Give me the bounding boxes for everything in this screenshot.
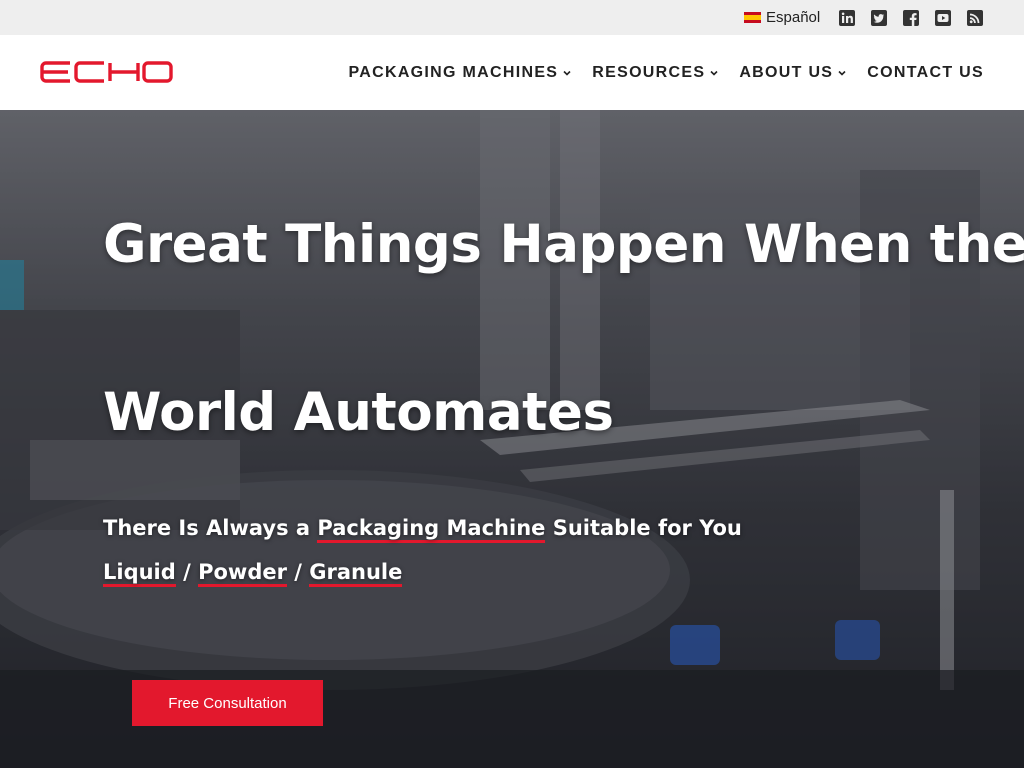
nav-about-us[interactable]: ABOUT US — [739, 64, 847, 82]
spain-flag-icon — [744, 12, 761, 23]
powder-link[interactable]: Powder — [198, 560, 287, 587]
twitter-icon[interactable] — [870, 9, 888, 27]
nav-resources[interactable]: RESOURCES — [592, 64, 719, 82]
nav-label: RESOURCES — [592, 63, 706, 81]
hero-headline-line2: World Automates — [103, 382, 614, 443]
primary-nav: PACKAGING MACHINES RESOURCES ABOUT US CO… — [348, 35, 984, 110]
echo-logo[interactable] — [40, 61, 173, 83]
hero-section: Great Things Happen When the World Autom… — [0, 110, 1024, 768]
nav-packaging-machines[interactable]: PACKAGING MACHINES — [348, 64, 572, 82]
chevron-down-icon — [838, 70, 846, 76]
liquid-link[interactable]: Liquid — [103, 560, 176, 587]
language-label: Español — [766, 9, 821, 26]
nav-label: ABOUT US — [739, 63, 834, 81]
rss-icon[interactable] — [966, 9, 984, 27]
facebook-icon[interactable] — [902, 9, 920, 27]
nav-contact-us[interactable]: CONTACT US — [867, 64, 984, 82]
chevron-down-icon — [563, 70, 571, 76]
top-utility-bar: Español — [0, 0, 1024, 35]
granule-link[interactable]: Granule — [309, 560, 403, 587]
free-consultation-button[interactable]: Free Consultation — [132, 680, 323, 726]
hero-subline-1: There Is Always a Packaging Machine Suit… — [103, 516, 742, 543]
packaging-machine-link[interactable]: Packaging Machine — [317, 516, 546, 543]
linkedin-icon[interactable] — [838, 9, 856, 27]
separator: / — [175, 560, 199, 584]
chevron-down-icon — [710, 70, 718, 76]
subline-prefix: There Is Always a — [103, 516, 318, 540]
nav-label: PACKAGING MACHINES — [348, 63, 559, 81]
language-switcher[interactable]: Español — [744, 9, 820, 26]
subline-suffix: Suitable for You — [545, 516, 742, 540]
separator: / — [286, 560, 310, 584]
youtube-icon[interactable] — [934, 9, 952, 27]
hero-headline-line1: Great Things Happen When the — [103, 214, 1024, 275]
hero-subline-2: Liquid / Powder / Granule — [103, 560, 403, 587]
nav-label: CONTACT US — [867, 63, 984, 81]
main-header: PACKAGING MACHINES RESOURCES ABOUT US CO… — [0, 35, 1024, 110]
